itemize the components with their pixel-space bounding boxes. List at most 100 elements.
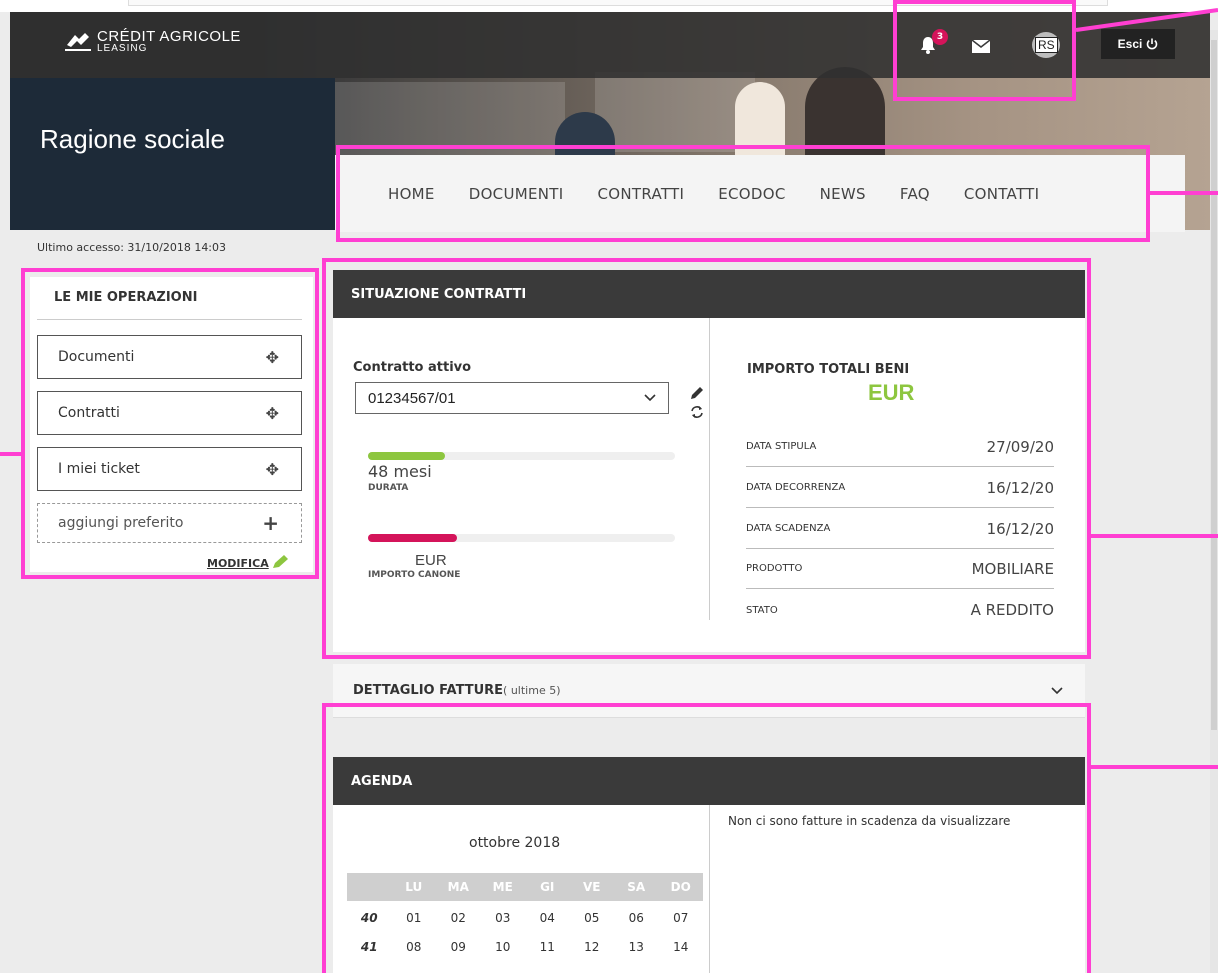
add-favorite-button[interactable]: aggiungi preferito + <box>37 503 302 543</box>
company-name: Ragione sociale <box>40 124 226 154</box>
scrollbar-thumb[interactable] <box>1211 40 1217 730</box>
sidebar-item-ticket[interactable]: I miei ticket ✥ <box>37 447 302 491</box>
weekday: ME <box>492 880 513 894</box>
weekday: MA <box>447 880 469 894</box>
move-icon[interactable]: ✥ <box>266 460 279 479</box>
weekday: SA <box>627 880 646 894</box>
main-nav: HOME DOCUMENTI CONTRATTI ECODOC NEWS FAQ… <box>335 155 1185 232</box>
nav-ecodoc[interactable]: ECODOC <box>718 185 785 203</box>
header-actions: 3 RS <box>910 26 1060 62</box>
calendar-day[interactable]: 13 <box>614 940 659 954</box>
weekday: LU <box>405 880 423 894</box>
nav-home[interactable]: HOME <box>388 185 435 203</box>
detail-key: STATO <box>746 604 778 616</box>
logout-label: Esci <box>1117 37 1143 51</box>
nav-faq[interactable]: FAQ <box>900 185 930 203</box>
sidebar-item-documenti[interactable]: Documenti ✥ <box>37 335 302 379</box>
installment-value: EUR <box>415 552 447 569</box>
plus-icon: + <box>262 511 279 535</box>
calendar-day[interactable]: 12 <box>570 940 615 954</box>
weekday: GI <box>540 880 555 894</box>
brand-logo[interactable]: CRÉDIT AGRICOLE LEASING <box>65 28 241 54</box>
detail-key: DATA SCADENZA <box>746 523 831 534</box>
detail-row: DATA SCADENZA 16/12/20 <box>746 509 1054 549</box>
sidebar-item-contratti[interactable]: Contratti ✥ <box>37 391 302 435</box>
contracts-title: SITUAZIONE CONTRATTI <box>333 270 1085 318</box>
calendar-month: ottobre 2018 <box>469 835 561 851</box>
detail-row: DATA DECORRENZA 16/12/20 <box>746 468 1054 508</box>
agenda-title: AGENDA <box>333 757 1085 805</box>
user-avatar[interactable]: RS <box>1032 32 1060 58</box>
calendar-day[interactable]: 03 <box>481 911 526 925</box>
installment-label: IMPORTO CANONE <box>368 570 461 580</box>
panel-divider <box>709 318 710 620</box>
chevron-down-icon[interactable] <box>1051 686 1063 695</box>
agenda-message: Non ci sono fatture in scadenza da visua… <box>728 814 1011 828</box>
pencil-icon <box>272 555 288 568</box>
sidebar-divider <box>37 319 302 320</box>
operations-sidebar: LE MIE OPERAZIONI Documenti ✥ Contratti … <box>30 277 313 572</box>
brand-name: CRÉDIT AGRICOLE <box>97 28 241 45</box>
calendar-day[interactable]: 05 <box>570 911 615 925</box>
detail-key: DATA STIPULA <box>746 441 817 452</box>
detail-row: DATA STIPULA 27/09/20 <box>746 427 1054 467</box>
refresh-icon[interactable] <box>690 405 704 419</box>
sidebar-item-label: Contratti <box>58 405 120 421</box>
nav-contatti[interactable]: CONTATTI <box>964 185 1039 203</box>
calendar-weekday-header: LU MA ME GI VE SA DO <box>347 873 703 901</box>
calendar-day[interactable]: 09 <box>436 940 481 954</box>
agenda-panel: AGENDA ottobre 2018 LU MA ME GI VE SA DO… <box>333 757 1085 973</box>
edit-contract-icon[interactable] <box>690 386 704 400</box>
invoices-accordion[interactable]: DETTAGLIO FATTURE( ultime 5) <box>333 664 1085 718</box>
detail-key: PRODOTTO <box>746 563 803 574</box>
nav-news[interactable]: NEWS <box>820 185 866 203</box>
week-number: 40 <box>360 911 378 925</box>
calendar-day[interactable]: 10 <box>481 940 526 954</box>
nav-documenti[interactable]: DOCUMENTI <box>469 185 564 203</box>
browser-top-strip <box>0 0 1218 12</box>
edit-link[interactable]: MODIFICA <box>207 554 289 570</box>
installment-progress-fill <box>368 534 458 542</box>
scrollbar[interactable] <box>1210 30 1218 973</box>
contract-select[interactable]: 01234567/01 <box>355 382 669 414</box>
total-assets-title: IMPORTO TOTALI BENI <box>747 362 910 377</box>
edit-label: MODIFICA <box>207 557 269 570</box>
contract-select-value: 01234567/01 <box>368 389 456 407</box>
detail-value: MOBILIARE <box>971 559 1054 578</box>
detail-row: PRODOTTO MOBILIARE <box>746 549 1054 589</box>
chevron-down-icon <box>644 394 656 402</box>
power-icon <box>1147 38 1158 50</box>
sidebar-title: LE MIE OPERAZIONI <box>54 290 198 305</box>
calendar-day[interactable]: 07 <box>659 911 704 925</box>
contracts-panel: SITUAZIONE CONTRATTI Contratto attivo 01… <box>333 270 1085 652</box>
calendar-day[interactable]: 04 <box>525 911 570 925</box>
avatar-initials: RS <box>1035 37 1058 53</box>
invoices-title-text: DETTAGLIO FATTURE <box>353 683 504 698</box>
duration-progress <box>368 452 675 460</box>
detail-value: 27/09/20 <box>986 437 1054 456</box>
weekday: DO <box>670 880 691 894</box>
detail-value: A REDDITO <box>970 601 1054 619</box>
nav-contratti[interactable]: CONTRATTI <box>597 185 684 203</box>
calendar-day[interactable]: 06 <box>614 911 659 925</box>
calendar-day[interactable]: 14 <box>659 940 704 954</box>
move-icon[interactable]: ✥ <box>266 348 279 367</box>
calendar-week-row: 40 01 02 03 04 05 06 07 <box>347 905 703 931</box>
calendar-day[interactable]: 08 <box>392 940 437 954</box>
brand-sub: LEASING <box>97 43 148 54</box>
move-icon[interactable]: ✥ <box>266 404 279 423</box>
week-number: 41 <box>360 940 378 954</box>
active-contract-label: Contratto attivo <box>353 360 472 375</box>
detail-value: 16/12/20 <box>986 478 1054 497</box>
calendar-day[interactable]: 11 <box>525 940 570 954</box>
mail-icon[interactable] <box>972 40 990 53</box>
invoices-title: DETTAGLIO FATTURE( ultime 5) <box>353 683 561 698</box>
calendar-day[interactable]: 01 <box>392 911 437 925</box>
duration-label: DURATA <box>368 483 409 493</box>
sidebar-item-label: I miei ticket <box>58 461 140 477</box>
logout-button[interactable]: Esci <box>1101 29 1175 59</box>
panel-divider <box>709 805 710 973</box>
calendar-day[interactable]: 02 <box>436 911 481 925</box>
calendar-week-row: 41 08 09 10 11 12 13 14 <box>347 934 703 960</box>
detail-row: STATO A REDDITO <box>746 590 1054 630</box>
